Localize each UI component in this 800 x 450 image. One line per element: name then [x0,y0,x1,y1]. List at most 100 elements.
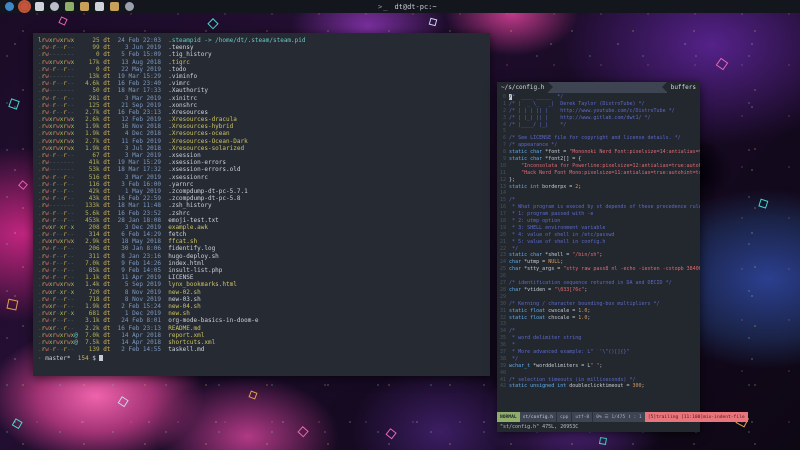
file-row: .rwxrwxrwx 1.9k dt 4 Dec 2018 .Xresource… [38,130,490,137]
file-row: .rwxrwxrwx@ 7.5k dt 14 Apr 2018 shortcut… [38,339,490,346]
code-line: 0 /* ____ _____ */ [497,94,700,101]
code-line: 27 /* identification sequence returned i… [497,280,700,287]
mode-indicator: NORMAL [497,412,520,422]
code-line: 23 static char *shell = "/bin/sh"; [497,252,700,259]
file-row: .rw-r--r-- 85k dt 9 Feb 14:05 insult-lis… [38,267,490,274]
tab-label: ~/s/config.h [501,84,544,91]
file-row: .rw-r--r-- 4.6k dt 16 Feb 23:40 .vimrc [38,80,490,87]
code-line: 29 [497,294,700,301]
code-line: 37 * More advanced example: L" `'\"()[]{… [497,349,700,356]
statusline: NORMAL st/config.h cpp utf-8 0% ☰ 1/475 … [497,412,700,422]
file-row: .rw-r--r-- 311 dt 8 Jan 23:16 hugo-deplo… [38,253,490,260]
code-line: 1 /* | _ \_ _| Derek Taylor (DistroTube)… [497,101,700,108]
file-row: .rw------- 133k dt 18 Mar 11:48 .zsh_his… [38,202,490,209]
cursor-position-indicator: 0% ☰ 1/475 ℓ : 1 [592,412,645,422]
code-line: 5 [497,128,700,135]
code-line: 9 static char *font2[] = { [497,156,700,163]
file-row: .rw-r--r-- 67 dt 3 Mar 2019 .xsession [38,152,490,159]
code-line: 14 [497,190,700,197]
file-row: .rwxrwxrwx 17k dt 13 Aug 2018 .tigrc [38,59,490,66]
code-line: 42 static unsigned int doubleclicktimeou… [497,383,700,390]
file-row: .rwxr-xr-x 720 dt 8 Nov 2019 new-02.sh [38,289,490,296]
code-line: 4 /* |____/ |_| */ [497,122,700,129]
browser-globe-icon[interactable] [5,2,14,11]
code-line: 41 /* selection timeouts (in millisecond… [497,377,700,384]
file-row: .rwxr-xr-x 208 dt 3 Dec 2019 example.awk [38,224,490,231]
code-line: 30 /* Kerning / character bounding-box m… [497,301,700,308]
shell-prompt[interactable]: · master* 154 $ [38,355,490,363]
code-line: 2 /* | | | || | http://www.youtube.com/c… [497,108,700,115]
file-row: .rw-r--r-- 206 dt 30 Jan 8:06 fidentify.… [38,245,490,252]
file-row: .rw-r--r-- 42k dt 1 May 2019 .zcompdump-… [38,188,490,195]
buffers-tag[interactable]: buffers [662,82,700,93]
tab-config-h[interactable]: ~/s/config.h [497,82,548,93]
statusline-filename: st/config.h [520,412,556,422]
file-row: .rwxrwxrwx 2.9k dt 18 May 2018 ffcat.sh [38,238,490,245]
code-line: 10 "Inconsolata for Powerline:pixelsize=… [497,163,700,170]
code-line: 24 char *utmp = NULL; [497,259,700,266]
file-row: lrwxrwxrwx 25 dt 24 Feb 22:03 .steampid … [38,37,490,44]
terminal-window[interactable]: lrwxrwxrwx 25 dt 24 Feb 22:03 .steampid … [33,33,490,376]
file-row: .rwxrwxrwx 2.7k dt 11 Feb 2019 .Xresourc… [38,138,490,145]
code-line: 39 wchar_t *worddelimiters = L" "; [497,363,700,370]
code-line: 17 * 1: program passed with -e [497,211,700,218]
code-line: 13 static int borderpx = 2; [497,184,700,191]
code-line: 12 }; [497,177,700,184]
settings-gear-icon[interactable] [125,2,134,11]
code-line: 16 * What program is execed by st depend… [497,204,700,211]
terminal-cursor [99,355,103,361]
code-area[interactable]: 0 /* ____ _____ */ 1 /* | _ \_ _| Derek … [497,93,700,412]
file-row: .rw------- 53k dt 18 Mar 17:32 .xsession… [38,166,490,173]
file-row: .rw------- 0 dt 5 Feb 15:09 .tig_history [38,51,490,58]
file-row: .rwxr--r-- 2.2k dt 16 Feb 23:13 README.m… [38,325,490,332]
file-row: .rw-r--r-- 2.7k dt 16 Feb 23:13 .Xresour… [38,109,490,116]
file-row: .rw-r--r-- 139 dt 2 Feb 14:55 taskell.md [38,346,490,353]
editor-tabline: ~/s/config.h buffers [497,82,700,93]
file-row: .rw------- 41k dt 19 Mar 15:29 .xsession… [38,159,490,166]
file-row: .rw-r--r-- 0 dt 22 May 2019 .todo [38,66,490,73]
folder-icon[interactable] [80,2,89,11]
code-line: 28 char *vtiden = "\033[?6c"; [497,287,700,294]
panel-window-title: dt@dt-pc:~ [394,3,436,11]
code-line: 7 /* appearance */ [497,142,700,149]
image-viewer-icon[interactable] [65,2,74,11]
code-line: 11 "Hack Nerd Font Mono:pixelsize=11:ant… [497,170,700,177]
file-row: .rw------- 13k dt 19 Mar 15:29 .viminfo [38,73,490,80]
file-row: .rw-r--r-- 5.6k dt 16 Feb 23:52 .zshrc [38,210,490,217]
file-row: .rw-r--r-- 314 dt 6 Feb 14:29 fetch [38,231,490,238]
file-row: .rw-r--r-- 281 dt 3 Mar 2019 .xinitrc [38,95,490,102]
file-listing: lrwxrwxrwx 25 dt 24 Feb 22:03 .steampid … [38,37,490,353]
code-line: 34 /* [497,328,700,335]
code-line: 22 */ [497,246,700,253]
tabline-spacer [553,82,661,93]
file-row: .rw-r--r-- 516 dt 3 Mar 2019 .xsessionrc [38,174,490,181]
code-line: 36 * [497,342,700,349]
file-row: .rw-r--r-- 1.1k dt 11 Apr 2019 LICENSE [38,274,490,281]
code-line: 35 * word delimiter string [497,335,700,342]
code-line: 40 [497,370,700,377]
code-line: 25 char *stty_args = "stty raw pass8 nl … [497,266,700,273]
file-row: .rw-r--r-- 453k dt 28 Jan 18:08 emoji-te… [38,217,490,224]
file-row: .rwxrwxrwx@ 7.0k dt 14 Apr 2018 report.x… [38,332,490,339]
code-line: 31 static float cwscale = 1.0; [497,308,700,315]
app-orange-icon[interactable] [20,2,29,11]
file-row: .rw-r--r-- 3.1k dt 24 Feb 8:01 org-mode-… [38,317,490,324]
code-line: 6 /* See LICENSE file for copyright and … [497,135,700,142]
file-row: .rw-r--r-- 125 dt 21 Sep 2019 .xonshrc [38,102,490,109]
code-line: 18 * 2: utmp option [497,218,700,225]
encoding-indicator: utf-8 [571,412,592,422]
editor-pencil-icon[interactable] [35,2,44,11]
file-row: .rw-r--r-- 99 dt 3 Jun 2019 .teensy [38,44,490,51]
file-row: .rw-r--r-- 718 dt 8 Nov 2019 new-03.sh [38,296,490,303]
file-row: .rwxrwxrwx 1.9k dt 3 Jul 2018 .Xresource… [38,145,490,152]
file-row: .rw-r--r-- 7.0k dt 9 Feb 14:26 index.htm… [38,260,490,267]
user-icon[interactable] [50,2,59,11]
editor-window[interactable]: ~/s/config.h buffers 0 /* ____ _____ */ … [497,82,700,432]
files-icon[interactable] [110,2,119,11]
code-line: 20 * 4: value of shell in /etc/passwd [497,232,700,239]
code-line: 33 [497,321,700,328]
top-panel: >_ dt@dt-pc:~ [0,0,800,13]
window-icon[interactable] [95,2,104,11]
code-line: 21 * 5: value of shell in config.h [497,239,700,246]
code-line: 15 /* [497,197,700,204]
